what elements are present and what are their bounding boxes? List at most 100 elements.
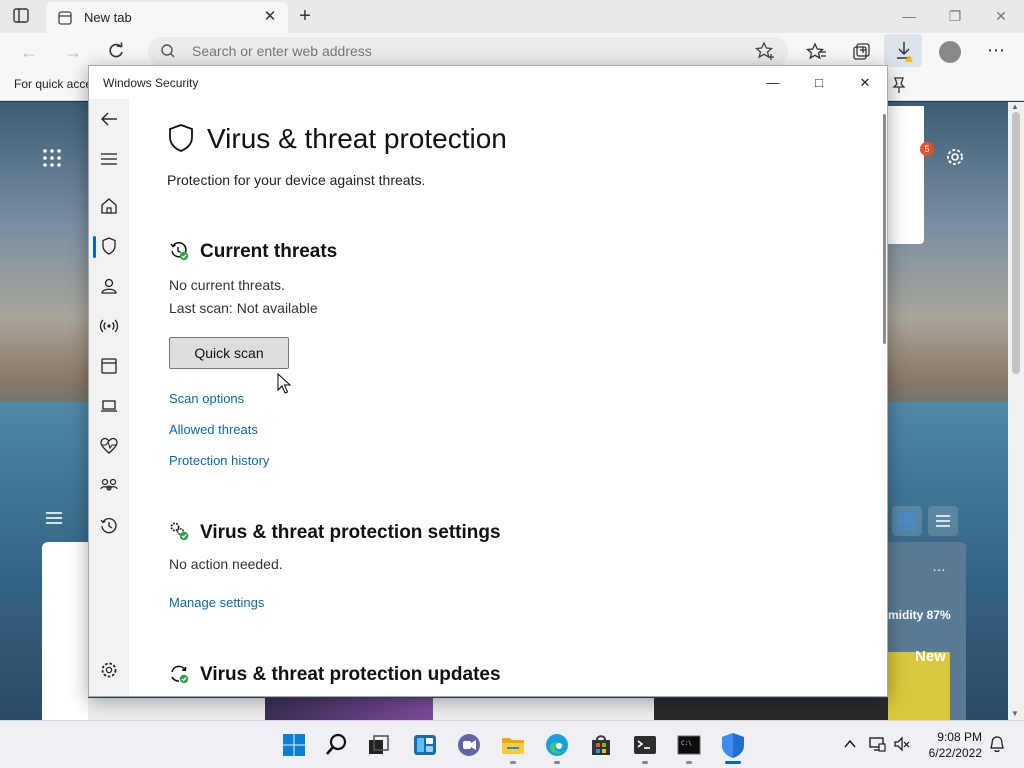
protection-settings-heading: Virus & threat protection settings: [200, 522, 501, 543]
list-layout-icon[interactable]: [928, 506, 958, 536]
hamburger-menu-icon[interactable]: [99, 149, 119, 169]
window-title-bar[interactable]: Windows Security — □ ✕: [89, 66, 887, 99]
taskbar: C:\ 9:08 PM 6/22/2022: [0, 720, 1024, 768]
weather-humidity: midity 87%: [888, 608, 951, 622]
active-app-indicator: [725, 761, 741, 764]
running-indicator: [686, 761, 692, 764]
firewall-network-icon[interactable]: [99, 316, 119, 336]
home-icon[interactable]: [99, 196, 119, 216]
tab-actions-icon[interactable]: [12, 7, 32, 25]
new-tab-button[interactable]: +: [294, 6, 316, 28]
mouse-cursor-icon: [277, 372, 292, 395]
minimize-button[interactable]: —: [751, 70, 795, 96]
active-nav-indicator: [93, 236, 96, 258]
file-explorer-icon[interactable]: [499, 731, 527, 759]
tab-title: New tab: [84, 10, 132, 25]
allowed-threats-link[interactable]: Allowed threats: [169, 422, 258, 437]
back-arrow-icon[interactable]: [99, 109, 119, 129]
address-input[interactable]: [192, 43, 692, 59]
new-tab-icon: [58, 11, 72, 25]
notifications-icon[interactable]: [988, 735, 1006, 753]
security-sidebar: [89, 99, 129, 696]
running-indicator: [510, 761, 516, 764]
terminal-icon[interactable]: [631, 731, 659, 759]
shield-icon[interactable]: [99, 236, 119, 256]
notification-badge: 5: [920, 142, 934, 156]
profile-avatar[interactable]: [939, 41, 961, 63]
favorites-icon[interactable]: [804, 39, 830, 65]
page-scrollbar[interactable]: ▲ ▼: [1008, 102, 1024, 720]
windows-security-window: Windows Security — □ ✕ Virus & threat pr…: [88, 65, 888, 697]
back-arrow-icon[interactable]: ←: [18, 41, 40, 63]
edge-icon[interactable]: [543, 731, 571, 759]
collections-icon[interactable]: [848, 39, 874, 65]
running-indicator: [642, 761, 648, 764]
more-options-icon[interactable]: ⋯: [983, 39, 1009, 65]
windows-security-taskbar-icon[interactable]: [719, 731, 747, 759]
feed-layout-toggle: [888, 504, 960, 536]
clock-date: 6/22/2022: [928, 746, 982, 760]
family-options-icon[interactable]: [99, 476, 119, 496]
app-browser-control-icon[interactable]: [99, 356, 119, 376]
browser-close-button[interactable]: ✕: [986, 6, 1016, 26]
settings-status: No action needed.: [169, 556, 283, 572]
address-bar[interactable]: [148, 37, 788, 66]
feed-card[interactable]: [42, 542, 88, 720]
network-icon[interactable]: [868, 735, 886, 753]
quick-links-popup: [888, 106, 924, 244]
clock-time: 9:08 PM: [937, 730, 982, 744]
manage-settings-link[interactable]: Manage settings: [169, 595, 264, 610]
page-subtitle: Protection for your device against threa…: [167, 172, 426, 188]
current-threats-icon: [169, 241, 189, 261]
scroll-up-icon[interactable]: ▲: [1011, 102, 1019, 111]
browser-minimize-button[interactable]: —: [894, 6, 924, 26]
refresh-icon[interactable]: [105, 41, 127, 63]
forward-arrow-icon[interactable]: →: [62, 41, 84, 63]
scan-options-link[interactable]: Scan options: [169, 391, 244, 406]
taskbar-search-icon[interactable]: [323, 731, 351, 759]
apps-grid-icon[interactable]: [42, 148, 62, 168]
heart-pulse-icon[interactable]: [99, 436, 119, 456]
grid-layout-icon[interactable]: [892, 506, 922, 536]
content-scrollbar[interactable]: [883, 114, 886, 344]
system-clock[interactable]: 9:08 PM 6/22/2022: [916, 729, 982, 761]
settings-gear-icon[interactable]: [99, 660, 119, 680]
account-protection-icon[interactable]: [99, 276, 119, 296]
svg-text:C:\: C:\: [681, 740, 692, 747]
pin-icon[interactable]: [888, 70, 910, 98]
history-icon[interactable]: [99, 516, 119, 536]
browser-tab-bar: New tab ✕ + — ❐ ✕: [0, 0, 1024, 33]
tab-new-tab[interactable]: New tab ✕: [46, 2, 288, 33]
scroll-thumb[interactable]: [1012, 112, 1020, 374]
widgets-icon[interactable]: [411, 731, 439, 759]
protection-updates-icon: [169, 664, 189, 684]
volume-muted-icon[interactable]: [892, 735, 910, 753]
protection-settings-icon: [169, 521, 189, 541]
quick-scan-button[interactable]: Quick scan: [169, 337, 289, 369]
protection-history-link[interactable]: Protection history: [169, 453, 269, 468]
start-button[interactable]: [280, 731, 308, 759]
window-title: Windows Security: [103, 76, 199, 90]
feed-menu-icon[interactable]: [44, 510, 64, 526]
close-button[interactable]: ✕: [843, 70, 887, 96]
command-prompt-icon[interactable]: C:\: [675, 731, 703, 759]
last-scan-status: Last scan: Not available: [169, 300, 318, 316]
chat-icon[interactable]: [455, 731, 483, 759]
add-favorite-icon[interactable]: [754, 40, 776, 62]
new-label: New: [915, 648, 946, 665]
scroll-down-icon[interactable]: ▼: [1011, 709, 1019, 718]
chevron-up-icon[interactable]: [842, 736, 858, 752]
downloads-button[interactable]: [884, 34, 922, 67]
store-icon[interactable]: [587, 731, 615, 759]
virus-threat-protection-page: Virus & threat protection Protection for…: [129, 99, 883, 696]
browser-restore-button[interactable]: ❐: [940, 6, 970, 26]
favorites-bar-text: For quick acce: [14, 77, 93, 91]
maximize-button[interactable]: □: [797, 70, 841, 96]
page-settings-gear-icon[interactable]: [944, 146, 966, 168]
close-tab-icon[interactable]: ✕: [262, 9, 278, 25]
weather-more-options[interactable]: …: [932, 558, 946, 574]
weather-card[interactable]: … midity 87% New: [888, 542, 966, 720]
feed-card-image[interactable]: [265, 698, 433, 720]
device-security-icon[interactable]: [99, 396, 119, 416]
task-view-icon[interactable]: [365, 731, 393, 759]
